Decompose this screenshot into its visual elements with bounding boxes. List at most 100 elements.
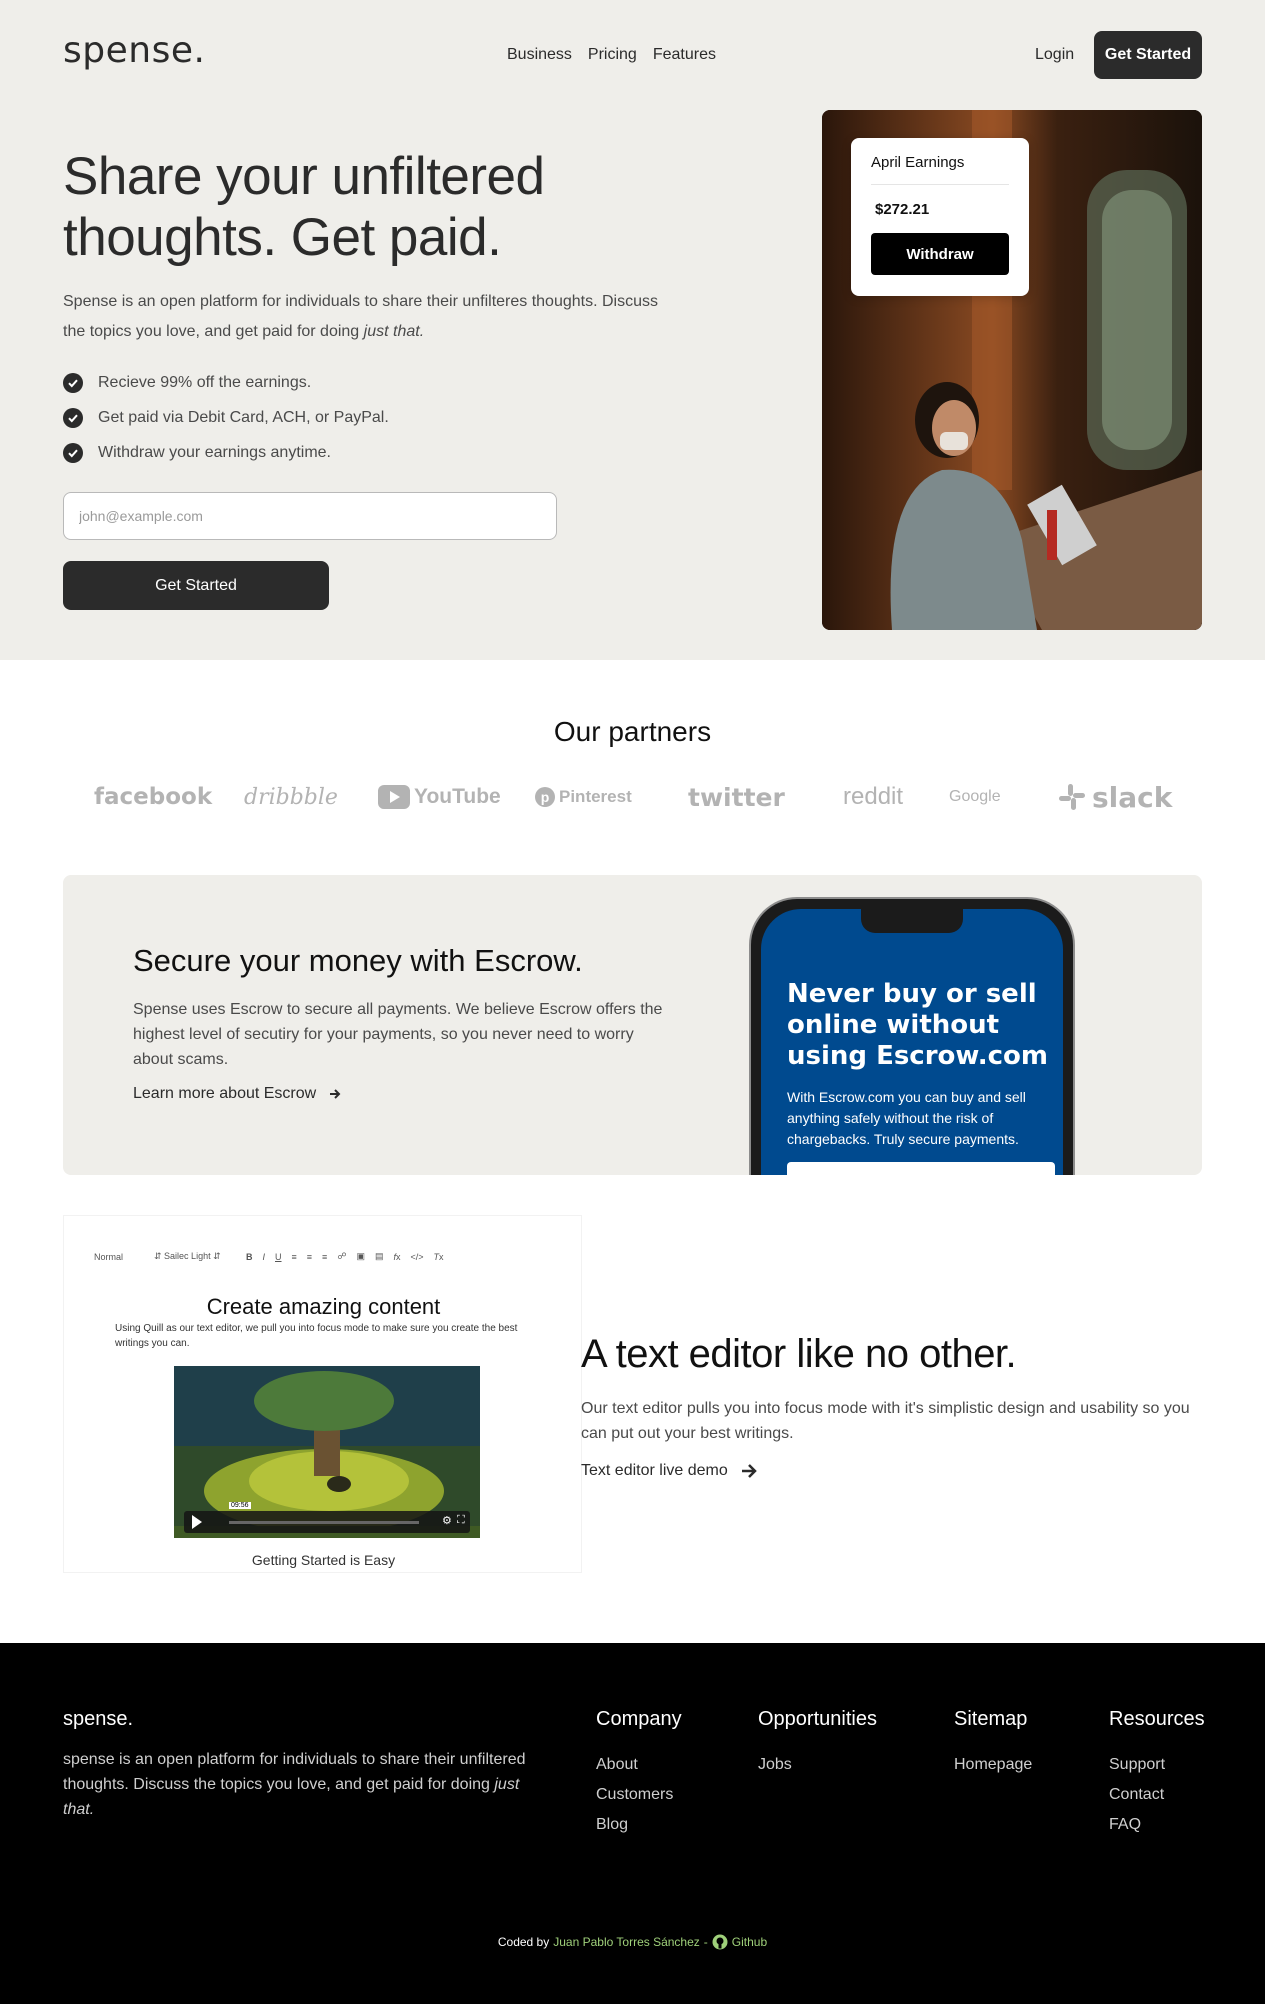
credit-author-link[interactable]: Juan Pablo Torres Sánchez (553, 1935, 700, 1949)
footer-link-customers[interactable]: Customers (596, 1780, 682, 1810)
footer-credit: Coded by Juan Pablo Torres Sánchez - Git… (0, 1934, 1265, 1950)
arrow-right-icon (330, 1089, 341, 1099)
partner-logo-pinterest: p Pinterest (534, 782, 632, 812)
editor-demo-card: Normal ⇵ Sailec Light ⇵ B I U ≡ ≡ ≡ ☍ ▣ … (63, 1215, 582, 1573)
email-input[interactable] (63, 492, 557, 540)
footer-logo[interactable]: spense. (63, 1708, 133, 1731)
play-icon[interactable] (192, 1515, 202, 1529)
pinterest-icon: p (535, 787, 555, 807)
footer-link-blog[interactable]: Blog (596, 1810, 682, 1840)
code-icon[interactable]: </> (410, 1252, 423, 1262)
hero-get-started-button[interactable]: Get Started (63, 561, 329, 610)
phone-headline: Never buy or sell online without using E… (787, 979, 1049, 1071)
footer-column-sitemap: Sitemap Homepage (954, 1708, 1032, 1780)
fullscreen-icon[interactable]: ⛶ (457, 1514, 465, 1527)
video-time: 09:56 (229, 1502, 251, 1509)
list-ordered-icon[interactable]: ≡ (292, 1252, 297, 1262)
footer-description-text: spense is an open platform for individua… (63, 1751, 526, 1793)
bold-icon[interactable]: B (246, 1252, 253, 1262)
footer-column-opportunities: Opportunities Jobs (758, 1708, 877, 1780)
partner-name: dribbble (244, 784, 338, 810)
partner-name: Google (949, 788, 1001, 805)
escrow-title: Secure your money with Escrow. (133, 943, 583, 978)
font-select-label: Sailec Light (164, 1251, 211, 1261)
partner-name: facebook (94, 784, 213, 810)
check-circle-icon (63, 407, 83, 428)
editor-video[interactable]: 09:56 ⚙ ⛶ (174, 1366, 480, 1538)
footer-link-jobs[interactable]: Jobs (758, 1750, 877, 1780)
clear-format-icon[interactable]: Tx (434, 1252, 444, 1262)
footer-column-title: Company (596, 1708, 682, 1730)
nav-item-features[interactable]: Features (653, 46, 716, 64)
footer-link-support[interactable]: Support (1109, 1750, 1205, 1780)
partner-name: Pinterest (559, 787, 632, 806)
escrow-learn-more-link[interactable]: Learn more about Escrow (133, 1085, 342, 1103)
bullet-item: Withdraw your earnings anytime. (63, 435, 389, 470)
hero-section: spense. Business Pricing Features Login … (0, 0, 1265, 660)
earnings-divider (871, 184, 1009, 185)
escrow-description: Spense uses Escrow to secure all payment… (133, 1001, 663, 1068)
partner-logo-reddit: reddit (843, 782, 903, 812)
font-select[interactable]: ⇵ Sailec Light ⇵ (154, 1251, 236, 1262)
underline-icon[interactable]: U (275, 1252, 282, 1262)
footer-column-resources: Resources Support Contact FAQ (1109, 1708, 1205, 1840)
youtube-icon (378, 785, 410, 809)
italic-icon[interactable]: I (263, 1252, 266, 1262)
video-controls: 09:56 ⚙ ⛶ (184, 1502, 470, 1533)
nav-item-business[interactable]: Business (507, 46, 572, 64)
feature-bullets: Recieve 99% off the earnings. Get paid v… (63, 365, 389, 470)
align-icon[interactable]: ≡ (322, 1252, 327, 1262)
text-editor-demo-link[interactable]: Text editor live demo (581, 1462, 758, 1480)
github-icon[interactable] (712, 1934, 728, 1950)
list-bullet-icon[interactable]: ≡ (307, 1252, 312, 1262)
phone-notch (861, 909, 963, 933)
footer-column-company: Company About Customers Blog (596, 1708, 682, 1840)
withdraw-button[interactable]: Withdraw (871, 233, 1009, 275)
footer-column-title: Opportunities (758, 1708, 877, 1730)
nav-get-started-button[interactable]: Get Started (1094, 31, 1202, 79)
partners-title: Our partners (553, 716, 712, 747)
brand-logo[interactable]: spense. (63, 30, 205, 71)
link-icon[interactable]: ☍ (337, 1251, 346, 1262)
format-select[interactable]: Normal (94, 1252, 144, 1262)
check-circle-icon (63, 442, 83, 463)
nav-item-pricing[interactable]: Pricing (588, 46, 637, 64)
formula-icon[interactable]: fx (393, 1252, 400, 1262)
image-icon[interactable]: ▣ (356, 1251, 365, 1262)
login-link[interactable]: Login (1035, 46, 1074, 64)
partner-logo-dribbble: dribbble (244, 782, 338, 812)
hero-description: Spense is an open platform for individua… (63, 287, 663, 347)
credit-separator: - (703, 1935, 708, 1949)
hero-title-line2: thoughts. Get paid. (63, 208, 502, 267)
footer-link-homepage[interactable]: Homepage (954, 1750, 1032, 1780)
hero-description-emphasis: just that. (363, 323, 425, 340)
hero-title-line1: Share your unfiltered (63, 147, 545, 206)
partner-name: twitter (688, 782, 785, 812)
partner-name: slack (1092, 780, 1173, 814)
footer-column-title: Sitemap (954, 1708, 1028, 1730)
video-icon[interactable]: ▤ (375, 1251, 384, 1262)
main-nav: Business Pricing Features (507, 46, 716, 64)
video-caption: Getting Started is Easy (251, 1552, 396, 1568)
earnings-amount: $272.21 (875, 201, 930, 218)
text-editor-description: Our text editor pulls you into focus mod… (581, 1400, 1190, 1442)
partner-logo-facebook: facebook (94, 782, 212, 812)
footer: spense. spense is an open platform for i… (0, 1643, 1265, 2004)
bullet-text: Withdraw your earnings anytime. (98, 443, 331, 461)
editor-toolbar: Normal ⇵ Sailec Light ⇵ B I U ≡ ≡ ≡ ☍ ▣ … (94, 1251, 444, 1262)
github-link[interactable]: Github (732, 1935, 767, 1949)
escrow-link-label: Learn more about Escrow (133, 1085, 317, 1102)
settings-icon[interactable]: ⚙ (442, 1514, 452, 1527)
footer-link-about[interactable]: About (596, 1750, 682, 1780)
footer-link-contact[interactable]: Contact (1109, 1780, 1205, 1810)
earnings-card: April Earnings $272.21 Withdraw (851, 138, 1029, 296)
editor-demo-heading: Create amazing content (206, 1294, 441, 1319)
footer-link-faq[interactable]: FAQ (1109, 1810, 1205, 1840)
partner-name: reddit (843, 783, 904, 810)
phone-subtext: With Escrow.com you can buy and sell any… (787, 1089, 1026, 1147)
bullet-item: Recieve 99% off the earnings. (63, 365, 389, 400)
credit-prefix: Coded by (497, 1935, 550, 1949)
video-progress[interactable] (229, 1521, 419, 1524)
slack-icon (1059, 784, 1085, 810)
hero-title: Share your unfiltered thoughts. Get paid… (63, 146, 563, 268)
